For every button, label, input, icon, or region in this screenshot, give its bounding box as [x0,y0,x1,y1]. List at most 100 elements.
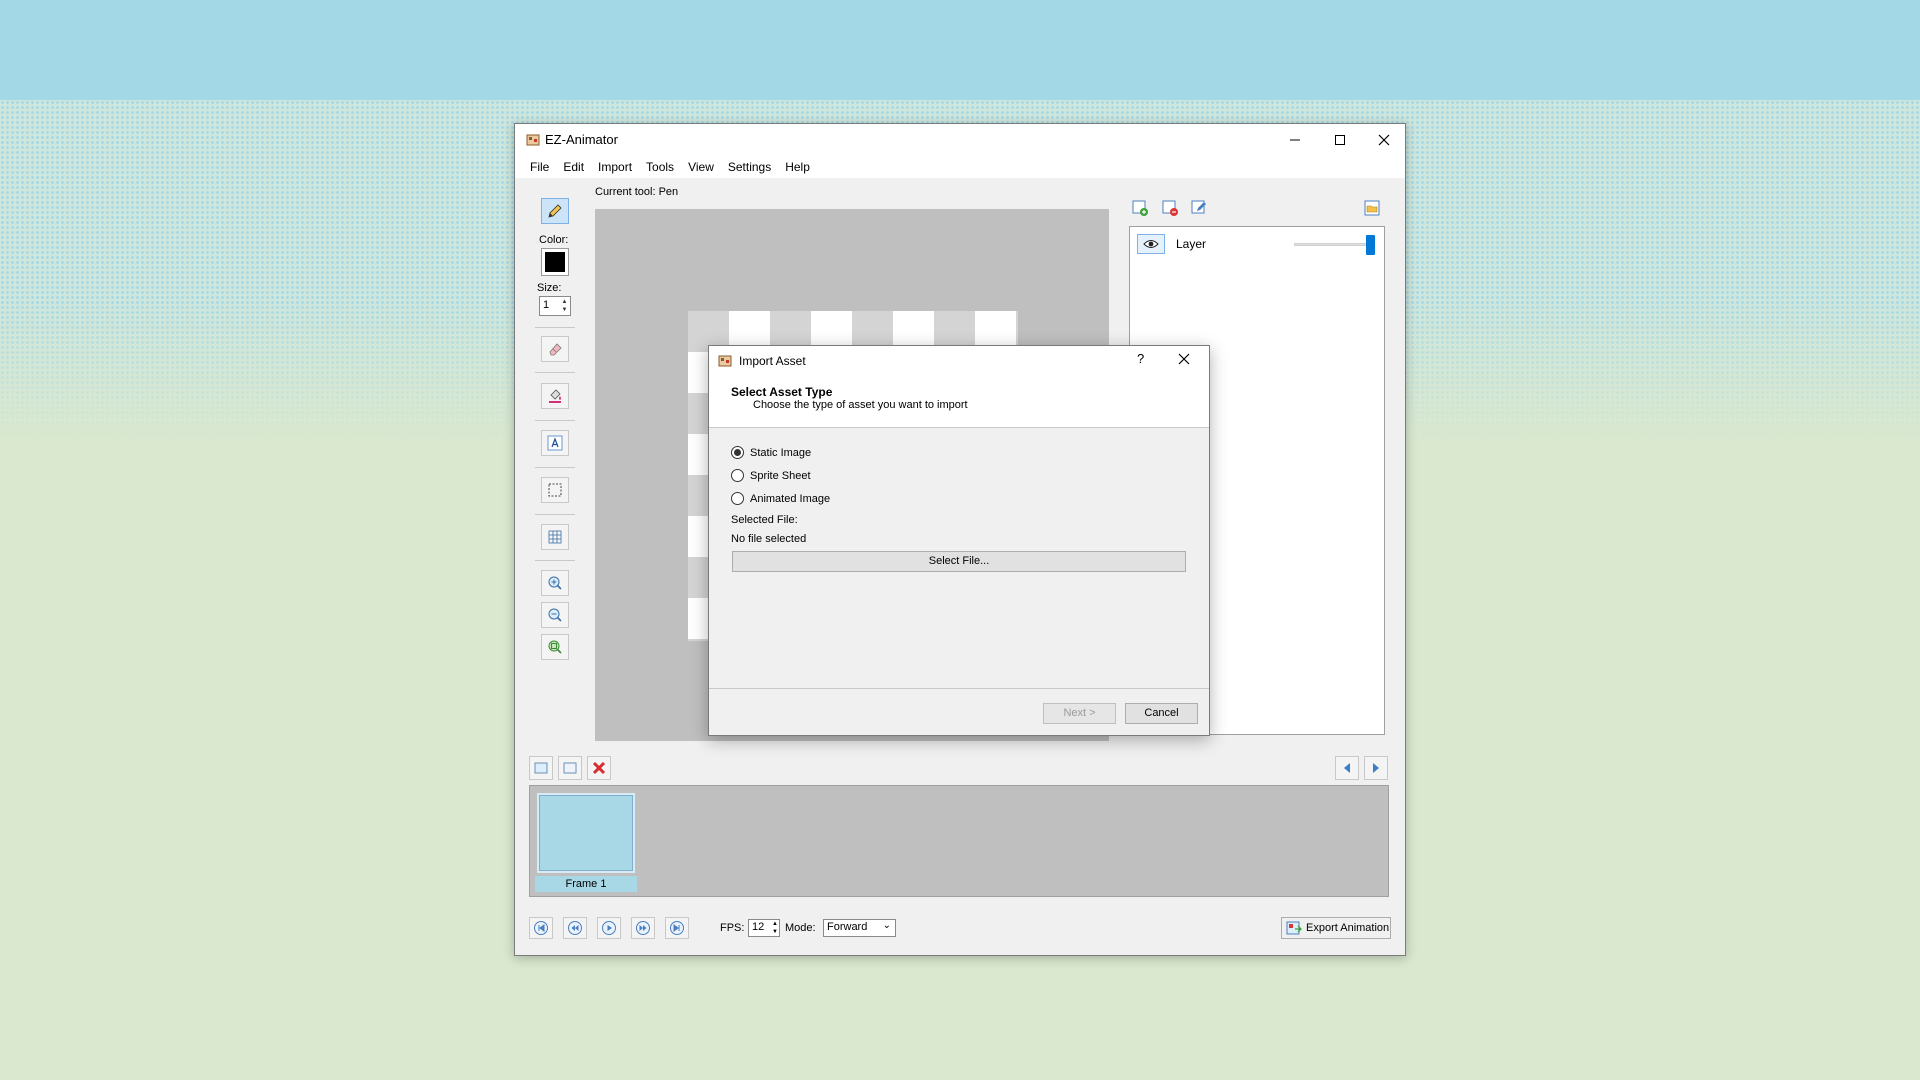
delete-layer-button[interactable] [1159,197,1181,219]
next-button[interactable]: Next > [1043,703,1116,724]
radio-animated-image[interactable]: Animated Image [731,492,830,505]
rewind-icon [568,921,582,935]
minimize-icon [1289,139,1300,141]
rewind-button[interactable] [563,917,587,939]
zoom-out-icon [548,608,562,622]
layer-row[interactable]: Layer [1134,231,1380,257]
app-icon [526,134,540,146]
radio-label: Sprite Sheet [750,469,811,482]
app-icon [718,355,732,367]
fps-spinbox[interactable]: 12 ▲ ▼ [748,919,780,937]
tool-separator [535,420,575,421]
select-file-button[interactable]: Select File... [732,551,1186,572]
menu-file[interactable]: File [523,156,556,178]
mode-label: Mode: [785,922,816,934]
minimize-button[interactable] [1272,124,1317,156]
mode-dropdown[interactable]: Forward ⌄ [823,919,896,937]
window-title: EZ-Animator [545,132,618,147]
cancel-button[interactable]: Cancel [1125,703,1198,724]
dialog-heading: Select Asset Type [731,385,833,399]
radio-button[interactable] [731,492,744,505]
size-value: 1 [543,299,550,311]
menu-help[interactable]: Help [778,156,817,178]
menu-import[interactable]: Import [591,156,639,178]
pen-tool-button[interactable] [541,198,569,224]
size-spinbox[interactable]: 1 ▲ ▼ [539,296,571,316]
frame-thumbnail[interactable]: Frame 1 [535,791,637,896]
skip-to-end-icon [670,921,684,935]
fast-forward-icon [636,921,650,935]
dialog-close-icon[interactable] [1177,352,1191,366]
menu-edit[interactable]: Edit [556,156,591,178]
radio-sprite-sheet[interactable]: Sprite Sheet [731,469,811,482]
zoom-out-button[interactable] [541,602,569,628]
last-frame-button[interactable] [665,917,689,939]
previous-frame-button[interactable] [1335,756,1359,780]
menu-tools[interactable]: Tools [639,156,681,178]
frame-label: Frame 1 [535,876,637,892]
menu-settings[interactable]: Settings [721,156,778,178]
frame-preview [537,793,635,873]
menu-view[interactable]: View [681,156,721,178]
delete-icon [592,761,606,775]
delete-layer-icon [1162,200,1178,216]
zoom-fit-icon [548,640,562,654]
radio-button[interactable] [731,446,744,459]
color-label: Color: [539,234,569,246]
next-frame-button[interactable] [1364,756,1388,780]
text-tool-button[interactable] [541,430,569,456]
menu-bar: File Edit Import Tools View Settings Hel… [515,156,1405,178]
dialog-title: Import Asset [739,354,806,368]
radio-label: Static Image [750,446,812,459]
layer-opacity-slider[interactable] [1366,235,1375,255]
radio-button[interactable] [731,469,744,482]
title-bar: EZ-Animator [515,124,1405,156]
edit-layer-button[interactable] [1188,197,1210,219]
dialog-header: Import Asset ? Select Asset Type Choose … [709,346,1209,428]
selected-file-value: No file selected [731,533,807,545]
edit-layer-icon [1191,200,1206,214]
fps-value: 12 [752,921,765,933]
maximize-icon [1334,135,1345,145]
open-folder-button[interactable] [1361,197,1383,219]
fill-tool-button[interactable] [541,383,569,409]
color-swatch-fill [545,252,565,272]
maximize-button[interactable] [1317,124,1362,156]
tool-separator [535,467,575,468]
fps-label: FPS: [720,922,745,934]
add-layer-icon [1132,200,1148,216]
delete-frame-button[interactable] [587,756,611,780]
play-button[interactable] [597,917,621,939]
first-frame-button[interactable] [529,917,553,939]
select-tool-button[interactable] [541,477,569,503]
radio-static-image[interactable]: Static Image [731,446,811,459]
zoom-fit-button[interactable] [541,634,569,660]
add-frame-button[interactable] [529,756,553,780]
spin-arrows-icon[interactable]: ▲ ▼ [772,920,778,936]
add-layer-button[interactable] [1129,197,1151,219]
close-button[interactable] [1361,124,1406,156]
color-swatch[interactable] [541,248,569,276]
desktop-background-top [0,0,1920,100]
duplicate-frame-button[interactable] [558,756,582,780]
dialog-subheading: Choose the type of asset you want to imp… [753,399,968,411]
close-icon [1378,134,1389,146]
fast-forward-button[interactable] [631,917,655,939]
zoom-in-icon [548,576,562,590]
new-frame-icon [534,762,548,774]
tool-separator [535,327,575,328]
layer-opacity-track[interactable] [1294,243,1370,246]
zoom-in-button[interactable] [541,570,569,596]
text-icon [547,435,563,451]
tool-separator [535,372,575,373]
layer-visibility-toggle[interactable] [1137,234,1165,254]
help-button[interactable]: ? [1137,351,1144,366]
export-animation-button[interactable]: Export Animation [1281,917,1391,939]
duplicate-frame-icon [563,762,577,774]
spin-arrows-icon[interactable]: ▲ ▼ [560,298,569,314]
import-asset-dialog: Import Asset ? Select Asset Type Choose … [708,345,1210,736]
pencil-icon [548,204,562,218]
grid-tool-button[interactable] [541,524,569,550]
export-label: Export Animation [1306,922,1390,934]
eraser-tool-button[interactable] [541,336,569,362]
